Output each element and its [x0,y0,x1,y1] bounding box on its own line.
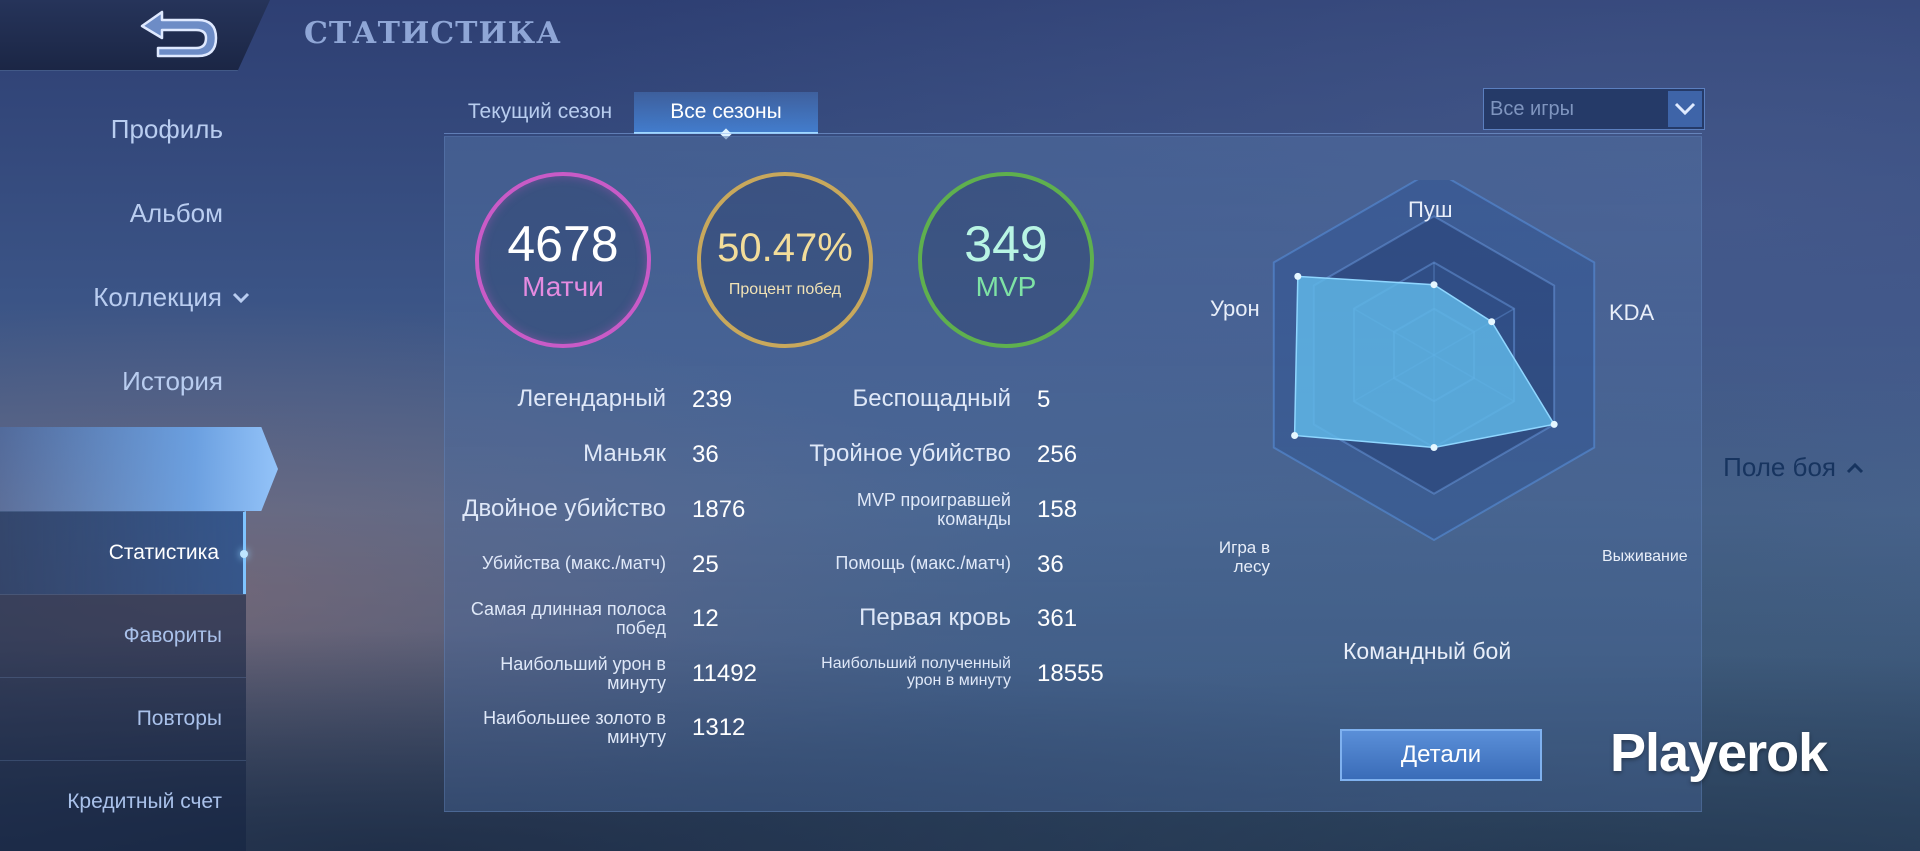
chevron-down-icon [232,292,250,303]
stat-value: 1876 [692,496,746,523]
radar-point-teamfight [1430,444,1438,451]
stat-value: 5 [1037,386,1051,413]
sidebar-subitem-label: Кредитный счет [67,790,222,813]
top-bar: СТАТИСТИКА [0,0,1920,72]
sidebar-item-label: Альбом [129,198,223,228]
stat-label: Наибольшее золото в минуту [483,708,666,747]
back-arrow-icon [140,10,218,58]
radar-label-damage: Урон [1210,296,1260,321]
tab-divider [444,133,1702,134]
stat-label: Наибольший урон в минуту [500,654,666,693]
tab-current-season[interactable]: Текущий сезон [452,92,628,132]
sidebar-item-profile[interactable]: Профиль [111,114,223,145]
mvp-value: 349 [964,216,1048,272]
radar-point-damage [1294,272,1302,280]
winrate-value: 50.47% [717,226,853,270]
sidebar-subitem-label: Статистика [108,541,219,564]
winrate-label: Процент побед [728,281,842,298]
radar-point-jungle [1291,431,1299,439]
radar-label-kda: KDA [1609,300,1655,325]
stat-label: Первая кровь [859,604,1011,631]
sidebar-item-label: История [122,366,223,396]
stat-value: 36 [692,441,719,468]
stat-label: Тройное убийство [809,440,1011,467]
dropdown-value: Все игры [1490,98,1574,120]
stat-value: 18555 [1037,660,1104,687]
matches-circle: 4678 Матчи [475,172,651,348]
sidebar-item-history[interactable]: История [122,366,223,397]
sidebar-item-collection[interactable]: Коллекция [93,282,250,313]
stat-label: Двойное убийство [462,495,666,522]
radar-label-teamfight: Командный бой [1343,638,1512,664]
stat-label: Беспощадный [852,385,1011,412]
stat-label: Маньяк [583,440,666,467]
stat-label: Помощь (макс./матч) [835,553,1011,573]
stat-value: 11492 [692,660,757,687]
radar-point-push [1430,281,1438,289]
watermark-logo: Playerok [1610,723,1828,783]
radar-label-push: Пуш [1408,197,1453,222]
sidebar-subitem-label: Фавориты [123,624,222,647]
sidebar-subitem-label: Повторы [136,707,222,730]
stat-label: Наибольший полученный урон в минуту [821,655,1011,689]
page-title: СТАТИСТИКА [304,16,562,51]
sidebar-item-album[interactable]: Альбом [130,198,223,229]
sidebar-subitem-credit[interactable]: Кредитный счет [0,760,246,843]
sidebar-item-battlefield[interactable]: Поле боя [1723,452,1864,483]
sidebar-item-label: Профиль [110,114,223,144]
stat-value: 361 [1037,605,1078,632]
radar-label-jungle: Игра в лесу [1218,538,1270,576]
matches-value: 4678 [507,216,619,272]
games-filter-dropdown[interactable]: Все игры [1483,88,1705,130]
sidebar-item-label: Коллекция [93,282,222,312]
matches-label: Матчи [522,271,604,302]
stat-value: 158 [1037,496,1078,523]
winrate-circle: 50.47% Процент побед [697,172,873,348]
sidebar-subitem-statistics[interactable]: Статистика [0,511,248,594]
back-button[interactable] [128,8,224,64]
stat-value: 239 [692,386,733,413]
stat-label: Легендарный [517,385,666,412]
sidebar-subitem-replays[interactable]: Повторы [0,677,246,760]
stat-value: 12 [692,605,719,632]
stat-label: MVP проигравшей команды [856,490,1011,529]
details-button[interactable]: Детали [1340,729,1542,781]
chevron-down-icon [1668,91,1702,127]
stat-value: 256 [1037,441,1078,468]
chevron-up-icon [1846,462,1864,473]
stat-value: 36 [1037,551,1064,578]
sidebar-item-label: Поле боя [1723,452,1836,482]
radar-point-survival [1550,420,1558,428]
stat-value: 25 [692,551,719,578]
stat-label: Самая длинная полоса побед [470,599,666,638]
sidebar-subitem-favorites[interactable]: Фавориты [0,594,246,677]
radar-chart [1272,180,1596,542]
tab-all-seasons[interactable]: Все сезоны [634,92,818,134]
stat-label: Убийства (макс./матч) [481,553,666,573]
sidebar-subpanel: Статистика Фавориты Повторы Кредитный сч… [0,511,248,851]
mvp-label: MVP [975,271,1037,302]
mvp-circle: 349 MVP [918,172,1094,348]
radar-label-survival: Выживание [1602,548,1688,565]
sidebar-item-battlefield-highlight [0,427,278,511]
radar-point-kda [1488,318,1496,326]
stat-value: 1312 [692,714,746,741]
